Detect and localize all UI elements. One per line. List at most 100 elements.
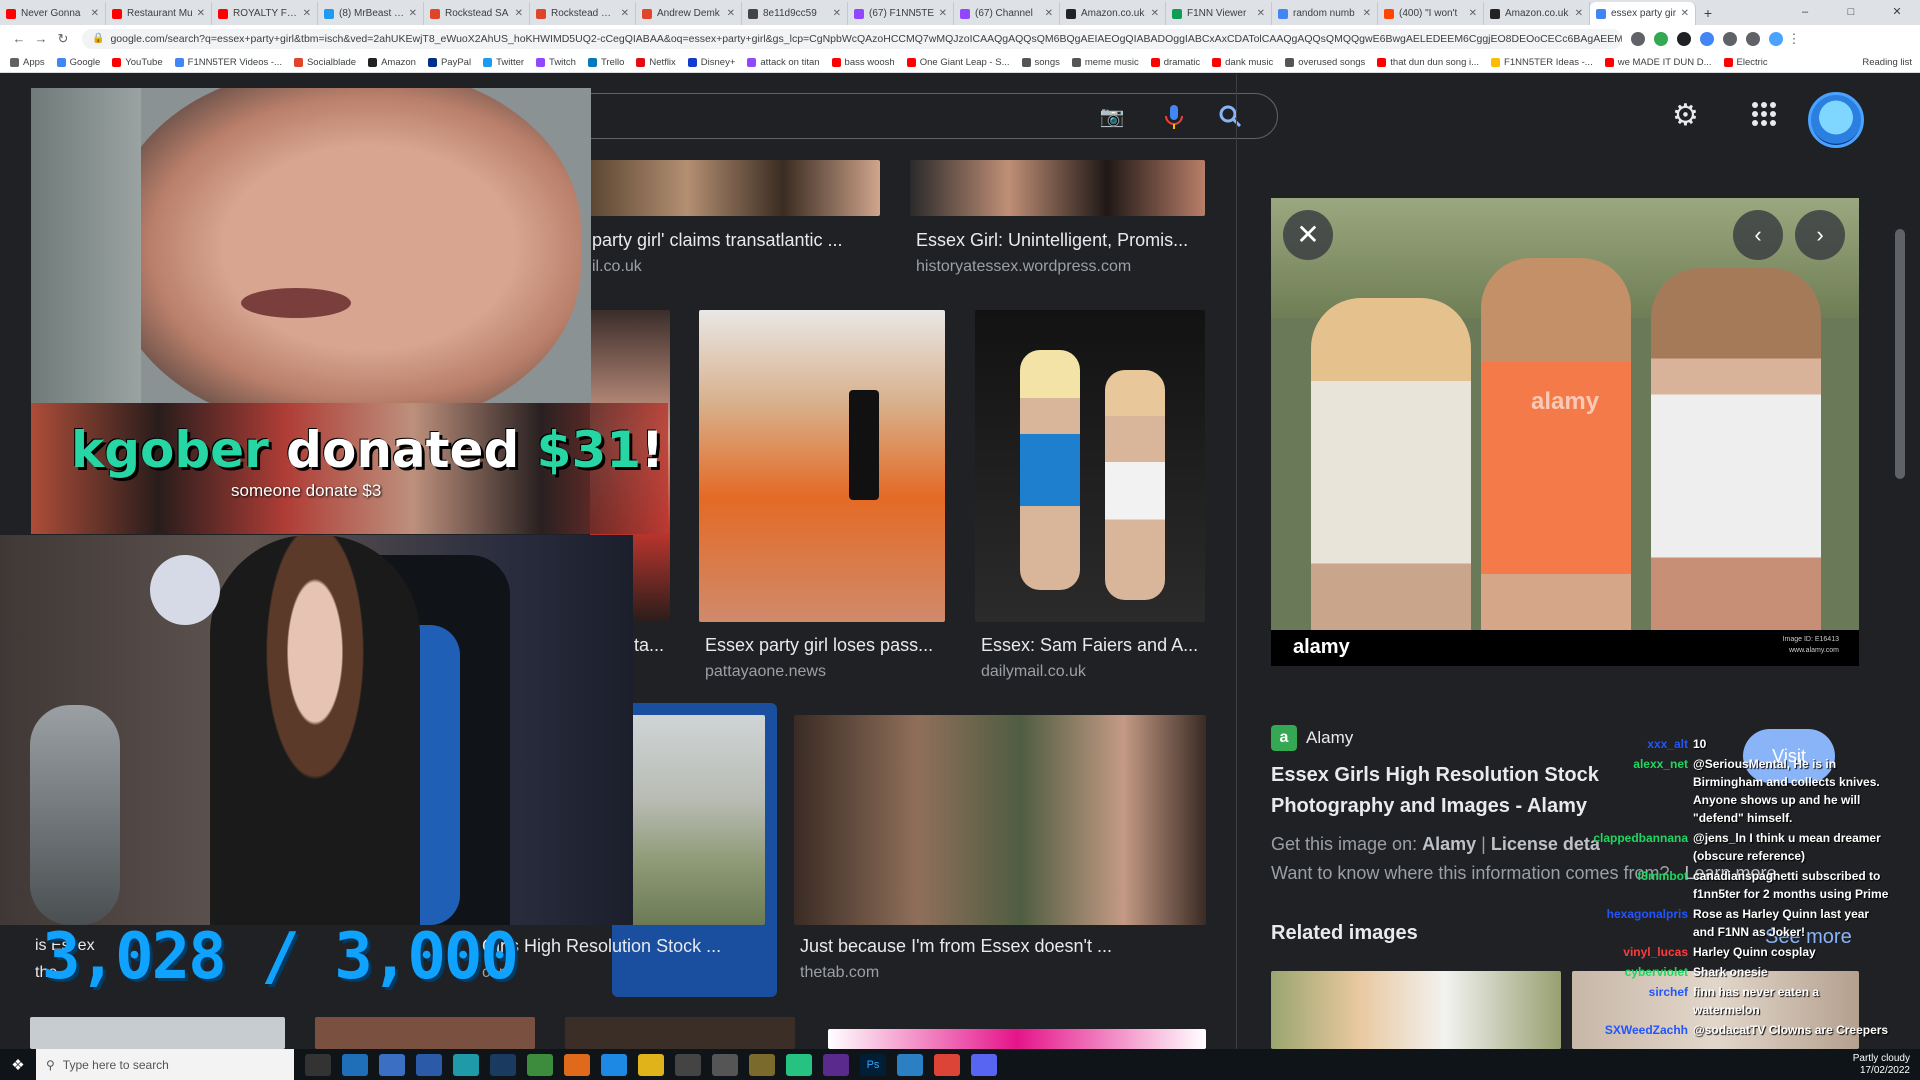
profile-icon[interactable]: [1769, 31, 1783, 46]
taskbar-search[interactable]: ⚲ Type here to search: [36, 1049, 294, 1080]
bookmark-item[interactable]: songs: [1021, 57, 1060, 68]
app-icon[interactable]: [342, 1053, 368, 1076]
bookmark-item[interactable]: PayPal: [427, 57, 471, 68]
chevron-left-icon[interactable]: ‹: [1733, 210, 1783, 260]
browser-tab[interactable]: random numb ✕: [1272, 2, 1378, 25]
menu-kebab-icon[interactable]: ⋮: [1783, 31, 1805, 47]
bookmark-item[interactable]: Disney+: [687, 57, 735, 68]
bookmark-item[interactable]: meme music: [1071, 57, 1139, 68]
page-scrollbar[interactable]: [1895, 229, 1905, 479]
app-icon[interactable]: [601, 1053, 627, 1076]
browser-tab[interactable]: Amazon.co.uk ✕: [1060, 2, 1166, 25]
maximize-icon[interactable]: □: [1828, 0, 1874, 25]
reading-list-button[interactable]: Reading list: [1854, 52, 1912, 72]
tab-close-icon[interactable]: ✕: [303, 8, 311, 19]
firefox-icon[interactable]: [564, 1053, 590, 1076]
result-title[interactable]: party girl' claims transatlantic ...: [592, 230, 843, 251]
search-box[interactable]: 📷: [560, 93, 1278, 139]
bookmark-item[interactable]: Netflix: [636, 57, 676, 68]
license-link[interactable]: License deta: [1491, 834, 1600, 854]
settings-gear-icon[interactable]: ⚙: [1672, 98, 1699, 133]
tab-close-icon[interactable]: ✕: [1045, 8, 1053, 19]
tab-close-icon[interactable]: ✕: [197, 8, 205, 19]
reload-icon[interactable]: ↻: [52, 31, 74, 47]
result-thumbnail[interactable]: [565, 1017, 795, 1049]
app-icon[interactable]: [675, 1053, 701, 1076]
windows-start-icon[interactable]: ❖: [0, 1056, 36, 1074]
related-image[interactable]: [1271, 971, 1561, 1049]
tab-close-icon[interactable]: ✕: [1151, 8, 1159, 19]
browser-tab[interactable]: (8) MrBeast on ✕: [318, 2, 424, 25]
bookmark-item[interactable]: dank music: [1212, 57, 1273, 68]
bookmark-item[interactable]: we MADE IT DUN D...: [1604, 57, 1712, 68]
app-icon[interactable]: [379, 1053, 405, 1076]
browser-tab[interactable]: (67) Channel ✕: [954, 2, 1060, 25]
tab-close-icon[interactable]: ✕: [1469, 8, 1477, 19]
bookmark-item[interactable]: Amazon: [368, 57, 416, 68]
photoshop-icon[interactable]: Ps: [860, 1053, 886, 1076]
result-title[interactable]: Essex Girl: Unintelligent, Promis...: [916, 230, 1188, 251]
discord-icon[interactable]: [971, 1053, 997, 1076]
tab-close-icon[interactable]: ✕: [1575, 8, 1583, 19]
browser-tab[interactable]: Never Gonna ✕: [0, 2, 106, 25]
chevron-right-icon[interactable]: ›: [1795, 210, 1845, 260]
result-thumbnail[interactable]: [30, 1017, 285, 1049]
bookmark-item[interactable]: Twitter: [483, 57, 524, 68]
google-apps-icon[interactable]: [1752, 102, 1776, 126]
share-icon[interactable]: [1631, 31, 1645, 46]
bookmark-item[interactable]: bass woosh: [831, 57, 895, 68]
bookmark-item[interactable]: Socialblade: [293, 57, 356, 68]
result-title[interactable]: ta...: [634, 635, 664, 656]
account-avatar[interactable]: [1808, 92, 1864, 148]
minimize-icon[interactable]: –: [1782, 0, 1828, 25]
tab-close-icon[interactable]: ✕: [515, 8, 523, 19]
bookmark-item[interactable]: dramatic: [1150, 57, 1200, 68]
extension-icon[interactable]: [1654, 31, 1668, 46]
bookmark-item[interactable]: Google: [56, 57, 100, 68]
app-icon[interactable]: [453, 1053, 479, 1076]
browser-tab[interactable]: Rockstead SA ✕: [424, 2, 530, 25]
bookmark-item[interactable]: Electric: [1723, 57, 1768, 68]
camera-icon[interactable]: 📷: [1099, 104, 1125, 130]
bookmark-item[interactable]: Trello: [587, 57, 624, 68]
result-thumbnail[interactable]: [315, 1017, 535, 1049]
browser-tab[interactable]: Rockstead RYC ✕: [530, 2, 636, 25]
browser-tab[interactable]: Andrew Demk ✕: [636, 2, 742, 25]
bookmark-item[interactable]: F1NN5TER Videos -...: [174, 57, 282, 68]
extension-icon[interactable]: [1700, 31, 1714, 46]
browser-tab[interactable]: (67) F1NN5TE ✕: [848, 2, 954, 25]
browser-tab[interactable]: (400) "I won't ✕: [1378, 2, 1484, 25]
bookmark-item[interactable]: that dun dun song i...: [1377, 57, 1479, 68]
back-icon[interactable]: ←: [8, 31, 30, 46]
app-icon[interactable]: [416, 1053, 442, 1076]
result-title[interactable]: Just because I'm from Essex doesn't ...: [800, 936, 1112, 957]
tab-close-icon[interactable]: ✕: [621, 8, 629, 19]
file-explorer-icon[interactable]: [638, 1053, 664, 1076]
close-icon[interactable]: ✕: [1283, 210, 1333, 260]
close-window-icon[interactable]: ✕: [1874, 0, 1920, 25]
tab-close-icon[interactable]: ✕: [409, 8, 417, 19]
browser-tab[interactable]: Restaurant Mu ✕: [106, 2, 212, 25]
media-icon[interactable]: [1746, 31, 1760, 46]
result-title[interactable]: Essex: Sam Faiers and A...: [981, 635, 1198, 656]
tab-close-icon[interactable]: ✕: [939, 8, 947, 19]
address-bar[interactable]: 🔒 google.com/search?q=essex+party+girl&t…: [82, 28, 1622, 49]
app-icon[interactable]: [749, 1053, 775, 1076]
tab-close-icon[interactable]: ✕: [833, 8, 841, 19]
search-icon[interactable]: [1217, 104, 1243, 130]
bookmark-item[interactable]: YouTube: [112, 57, 163, 68]
app-icon[interactable]: [823, 1053, 849, 1076]
app-icon[interactable]: [897, 1053, 923, 1076]
tab-close-icon[interactable]: ✕: [1257, 8, 1265, 19]
new-tab-button[interactable]: +: [1696, 2, 1720, 25]
browser-tab[interactable]: essex party gir ✕: [1590, 2, 1696, 25]
forward-icon[interactable]: →: [30, 31, 52, 46]
browser-tab[interactable]: 8e11d9cc59 ✕: [742, 2, 848, 25]
result-thumbnail[interactable]: [828, 1029, 1206, 1049]
app-icon[interactable]: [786, 1053, 812, 1076]
steam-icon[interactable]: [490, 1053, 516, 1076]
bookmark-item[interactable]: One Giant Leap - S...: [906, 57, 1010, 68]
bookmark-item[interactable]: Twitch: [536, 57, 576, 68]
minecraft-icon[interactable]: [527, 1053, 553, 1076]
bookmark-item[interactable]: overused songs: [1285, 57, 1365, 68]
